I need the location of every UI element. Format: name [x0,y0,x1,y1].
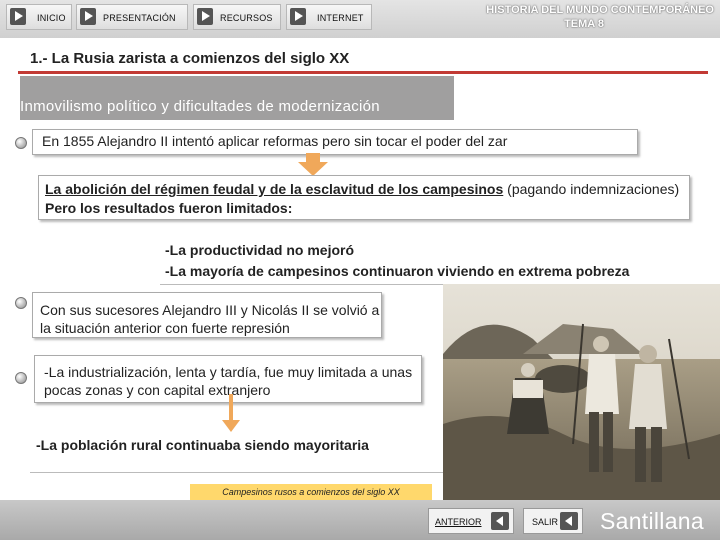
course-unit-text: TEMA 8 [564,18,604,30]
course-title-text: HISTORIA DEL MUNDO CONTEMPORÁNEO [486,4,714,16]
subtitle-text: Inmovilismo político y dificultades de m… [20,98,380,115]
exit-arrow-icon [560,512,578,530]
bullet-icon [15,372,27,384]
nav-internet-label: INTERNET [317,13,364,23]
play-arrow-icon [197,8,213,25]
bullet-icon [15,137,27,149]
nav-recursos-button[interactable]: RECURSOS [193,4,281,30]
result-productivity: -La productividad no mejoró [165,242,355,258]
play-arrow-icon [80,8,96,25]
peasants-photo [443,284,720,500]
nav-internet-button[interactable]: INTERNET [286,4,372,30]
nav-inicio-button[interactable]: INICIO [6,4,72,30]
play-arrow-icon [290,8,306,25]
abolition-result-text: Pero los resultados fueron limitados: [45,200,293,216]
divider-line [30,472,450,473]
photo-caption: Campesinos rusos a comienzos del siglo X… [190,484,432,501]
arrow-down-icon [222,394,240,432]
reforms-text: En 1855 Alejandro II intentó aplicar ref… [42,133,508,149]
nav-presentacion-button[interactable]: PRESENTACIÓN [76,4,188,30]
salir-label: SALIR [532,517,559,527]
nav-presentacion-label: PRESENTACIÓN [103,13,176,23]
subtitle-band: Inmovilismo político y dificultades de m… [20,76,454,120]
text-box-abolition: La abolición del régimen feudal y de la … [38,175,690,220]
text-box-successors: Con sus sucesores Alejandro III y Nicolá… [32,292,382,338]
course-title: HISTORIA DEL MUNDO CONTEMPORÁNEO TEMA 8 [414,3,714,31]
back-arrow-icon [491,512,509,530]
successors-text: Con sus sucesores Alejandro III y Nicolá… [40,302,380,336]
nav-inicio-label: INICIO [37,13,66,23]
result-rural-population: -La población rural continuaba siendo ma… [36,437,369,453]
abolition-text: La abolición del régimen feudal y de la … [45,181,504,197]
top-navigation-bar: INICIO PRESENTACIÓN RECURSOS INTERNET HI… [0,0,720,38]
section-title: 1.- La Rusia zarista a comienzos del sig… [30,50,350,67]
santillana-logo: Santillana [599,508,704,534]
text-box-reforms: En 1855 Alejandro II intentó aplicar ref… [32,129,638,155]
anterior-label: ANTERIOR [435,517,482,527]
nav-recursos-label: RECURSOS [220,13,273,23]
bullet-icon [15,297,27,309]
play-arrow-icon [10,8,26,25]
result-poverty: -La mayoría de campesinos continuaron vi… [165,263,630,279]
industrialization-text: -La industrialización, lenta y tardía, f… [44,364,413,398]
salir-button[interactable]: SALIR [523,508,583,534]
abolition-detail-text: (pagando indemnizaciones) [503,181,680,197]
title-divider [18,71,708,74]
anterior-button[interactable]: ANTERIOR [428,508,514,534]
arrow-down-icon [298,153,328,176]
